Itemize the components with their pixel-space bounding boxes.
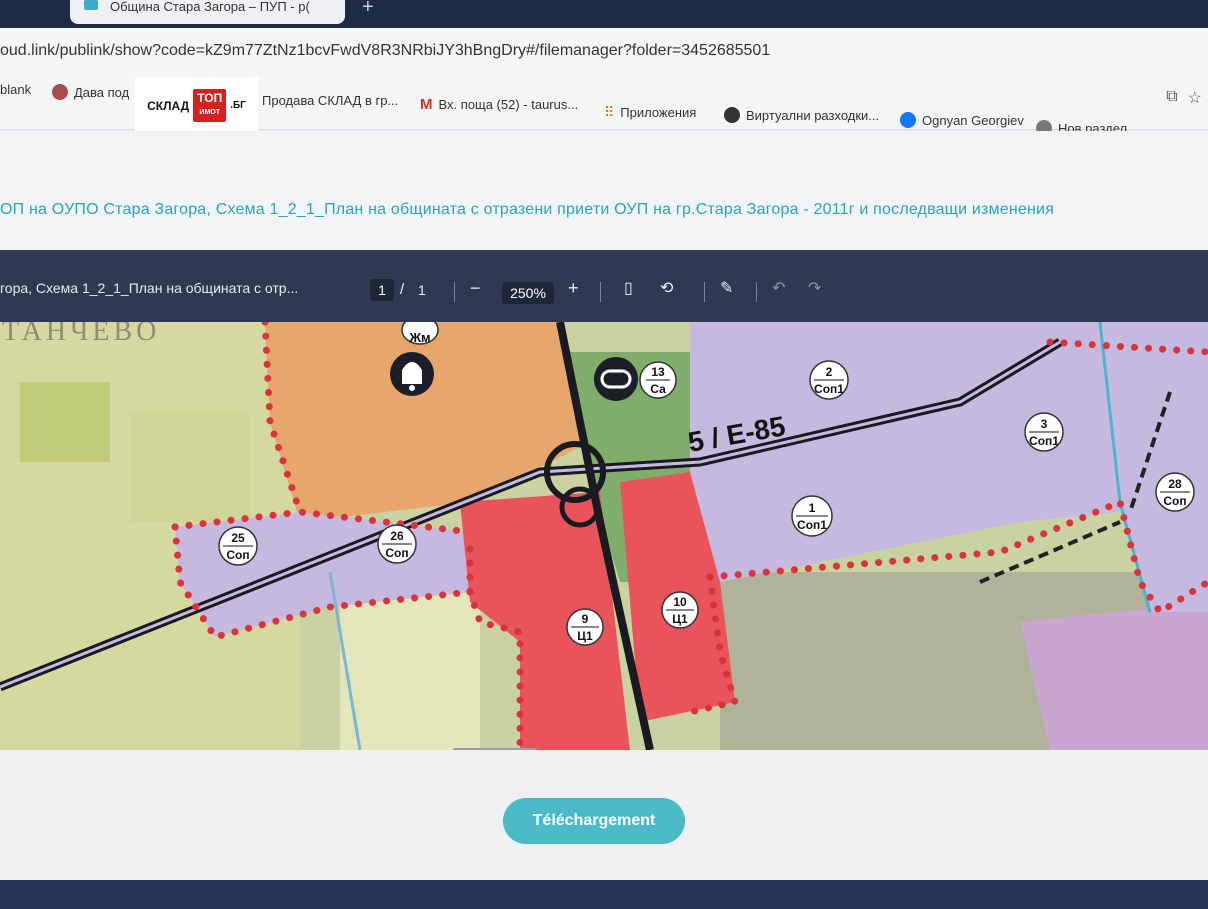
svg-text:2: 2	[826, 365, 833, 379]
svg-text:Соп: Соп	[1163, 494, 1186, 508]
field-parcel	[20, 382, 110, 462]
svg-text:9: 9	[582, 612, 589, 626]
logo-badge: ТОП ИМОТ	[193, 89, 227, 122]
svg-text:Соп1: Соп1	[1029, 434, 1059, 448]
zone-label-3: 3 Соп1	[1024, 412, 1064, 452]
site-icon	[52, 84, 68, 100]
browser-tab[interactable]: Община Стара Загора – ПУП - р( ×	[70, 0, 345, 24]
zone-label-28: 28 Соп	[1155, 472, 1195, 512]
field-parcel	[130, 412, 250, 522]
zone-label-13: 13 Са	[639, 361, 677, 399]
svg-text:28: 28	[1168, 477, 1182, 491]
svg-text:Соп: Соп	[226, 548, 249, 562]
os-taskbar	[0, 880, 1208, 909]
svg-text:10: 10	[673, 595, 687, 609]
page-footer: Téléchargement	[0, 750, 1208, 909]
zone-label-25: 25 Соп	[218, 526, 258, 566]
zone-label-10: 10 Ц1	[661, 591, 699, 629]
svg-text:Соп1: Соп1	[797, 518, 827, 532]
svg-text:Жм: Жм	[408, 330, 430, 345]
pdf-file-name: гора, Схема 1_2_1_План на общината с отр…	[0, 280, 299, 296]
rotate-icon[interactable]: ⟲	[660, 278, 673, 298]
light-field	[340, 582, 480, 750]
zone-label-1: 1 Соп1	[791, 495, 833, 537]
bus-station-icon	[594, 357, 638, 401]
apps-grid-icon: ⠿	[604, 104, 615, 120]
undo-icon[interactable]: ↶	[772, 278, 785, 298]
zoom-in-button[interactable]: +	[568, 278, 579, 299]
svg-text:Ц1: Ц1	[672, 612, 688, 626]
toolbar-right-icons: ⧉ ☆	[1166, 88, 1202, 108]
bookmark-facebook[interactable]: Ognyan Georgiev	[900, 112, 1024, 128]
page-header: ОП на ОУПО Стара Загора, Схема 1_2_1_Пла…	[0, 131, 1208, 251]
pdf-toolbar: гора, Схема 1_2_1_План на общината с отр…	[0, 250, 1208, 322]
map-canvas[interactable]: ТАНЧЕВО 5 / E-85 Жм 13 Са 2 Соп1 3 Соп1 …	[0, 322, 1208, 750]
zoom-level[interactable]: 250%	[502, 282, 554, 304]
page-number-input[interactable]: 1	[370, 279, 394, 301]
svg-text:26: 26	[390, 529, 404, 543]
new-tab-button[interactable]: +	[362, 0, 374, 19]
svg-text:Са: Са	[650, 382, 666, 396]
toolbar-divider	[454, 282, 455, 302]
bookmark-star-icon[interactable]: ☆	[1188, 88, 1202, 108]
zoom-out-button[interactable]: −	[470, 278, 481, 299]
watermark-logo: СКЛАД ТОП ИМОТ .БГ	[135, 77, 258, 134]
download-button[interactable]: Téléchargement	[503, 798, 685, 844]
toolbar-divider	[756, 282, 757, 302]
zone-label-9: 9 Ц1	[566, 608, 604, 646]
site-icon	[724, 107, 740, 123]
svg-text:25: 25	[231, 531, 245, 545]
facebook-icon	[900, 112, 916, 128]
svg-text:Соп1: Соп1	[814, 382, 844, 396]
zone-label-26: 26 Соп	[377, 524, 417, 564]
page-separator: /	[400, 281, 405, 298]
browser-tab-strip: Община Стара Загора – ПУП - р( × +	[0, 0, 1208, 28]
svg-text:Ц1: Ц1	[577, 629, 593, 643]
svg-text:3: 3	[1041, 417, 1048, 431]
pdf-viewer: гора, Схема 1_2_1_План на общината с отр…	[0, 250, 1208, 756]
redo-icon[interactable]: ↷	[808, 278, 821, 298]
address-bar: oud.link/publink/show?code=kZ9m77ZtNz1bc…	[0, 28, 1208, 76]
toolbar-divider	[600, 282, 601, 302]
translate-icon[interactable]: ⧉	[1166, 88, 1177, 108]
village-label: ТАНЧЕВО	[2, 322, 160, 347]
document-title: ОП на ОУПО Стара Загора, Схема 1_2_1_Пла…	[0, 201, 1055, 218]
fit-page-icon[interactable]: ▯	[624, 278, 633, 298]
church-bell-icon	[390, 352, 434, 396]
bookmark-apps[interactable]: ⠿ Приложения	[604, 104, 696, 121]
bookmark-prodava-sklad[interactable]: Продава СКЛАД в гр...	[262, 93, 398, 108]
bookmark-dava-pod[interactable]: Дава под	[52, 84, 129, 100]
svg-text:13: 13	[651, 365, 665, 379]
pink-zone	[1020, 602, 1208, 750]
url-field[interactable]: oud.link/publink/show?code=kZ9m77ZtNz1bc…	[0, 42, 770, 60]
gmail-icon: M	[420, 96, 433, 113]
draw-icon[interactable]: ✎	[720, 278, 733, 298]
zoning-map: ТАНЧЕВО 5 / E-85 Жм 13 Са 2 Соп1 3 Соп1 …	[0, 322, 1208, 750]
zone-label-2: 2 Соп1	[809, 360, 849, 400]
tab-title: Община Стара Загора – ПУП - р(	[110, 0, 310, 14]
svg-text:1: 1	[809, 501, 816, 515]
toolbar-divider	[704, 282, 705, 302]
page-total: 1	[418, 282, 426, 298]
bookmark-gmail[interactable]: M Вх. поща (52) - taurus...	[420, 96, 578, 113]
svg-text:Соп: Соп	[385, 546, 408, 560]
bookmark-virtual-tours[interactable]: Виртуални разходки...	[724, 107, 879, 123]
site-favicon-icon	[84, 0, 98, 10]
bookmark-blank[interactable]: blank	[0, 82, 31, 97]
